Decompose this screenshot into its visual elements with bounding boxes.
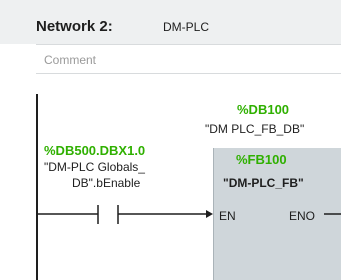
ladder-wiring [37,205,341,224]
en-arrow-icon [206,210,213,218]
no-contact-icon[interactable] [97,205,119,224]
